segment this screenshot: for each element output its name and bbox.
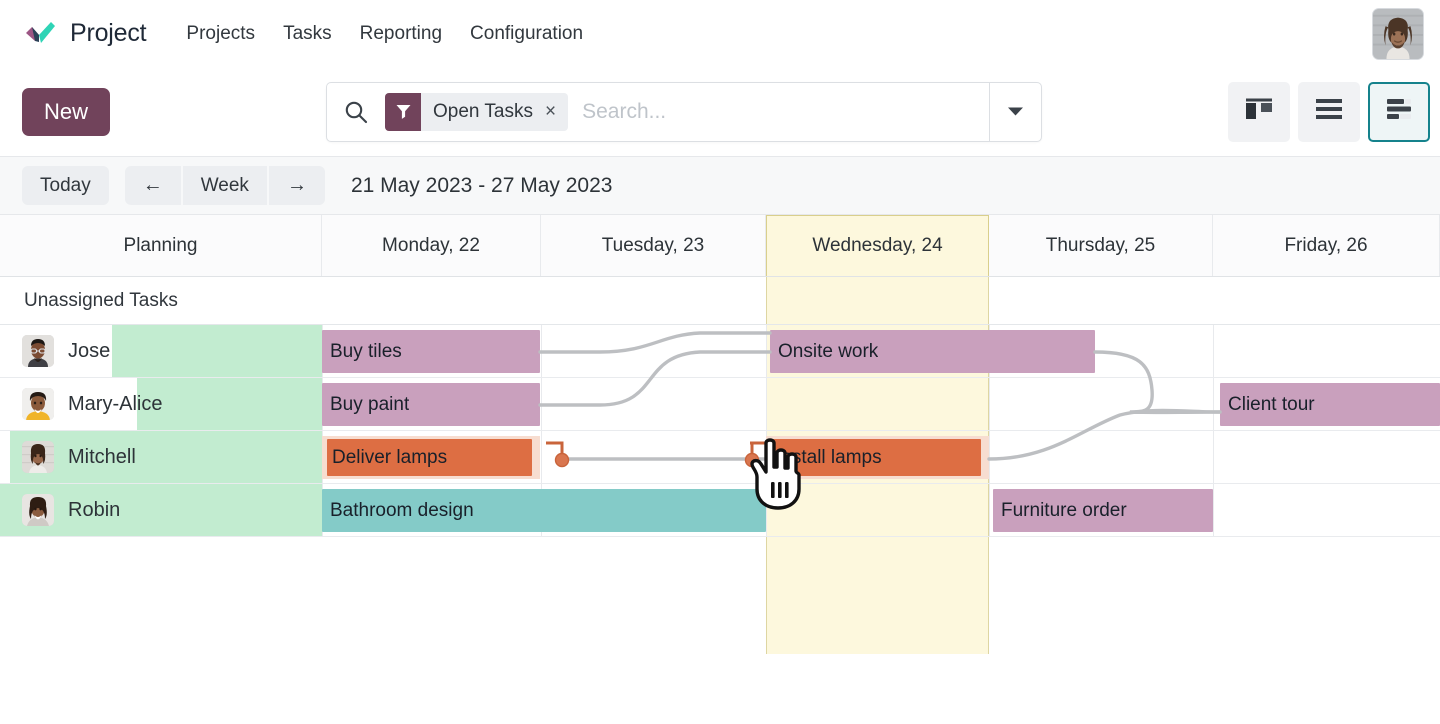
list-icon bbox=[1314, 96, 1344, 127]
row-name: Mitchell bbox=[68, 445, 136, 468]
gantt-column-wednesday[interactable]: Wednesday, 24 bbox=[766, 215, 989, 276]
gantt-row-mitchell[interactable]: Mitchell Deliver lamps Install lamps bbox=[0, 431, 1440, 484]
kanban-icon bbox=[1244, 95, 1274, 128]
task-furniture-order[interactable]: Furniture order bbox=[993, 489, 1213, 532]
facet-remove-icon[interactable]: × bbox=[545, 102, 568, 121]
menu-item-reporting[interactable]: Reporting bbox=[346, 17, 456, 51]
menu-item-projects[interactable]: Projects bbox=[172, 17, 269, 51]
previous-period-button[interactable]: ← bbox=[124, 165, 181, 206]
task-label: Client tour bbox=[1228, 393, 1315, 415]
robin-avatar bbox=[22, 494, 54, 526]
task-label: Bathroom design bbox=[330, 499, 474, 521]
drop-highlight bbox=[137, 378, 322, 430]
task-onsite-work[interactable]: Onsite work bbox=[770, 330, 1095, 373]
row-label-jose[interactable]: Jose bbox=[0, 325, 110, 377]
task-label: Install lamps bbox=[776, 446, 882, 468]
mitchell-avatar bbox=[22, 441, 54, 473]
control-bar: New Open Tasks × bbox=[0, 67, 1440, 156]
row-name: Robin bbox=[68, 498, 121, 521]
unassigned-tasks-row[interactable]: Unassigned Tasks bbox=[0, 277, 1440, 325]
row-label-robin[interactable]: Robin bbox=[0, 484, 120, 536]
scale-week-button[interactable]: Week bbox=[182, 165, 267, 206]
row-name: Jose bbox=[68, 339, 111, 362]
search-dropdown-toggle[interactable] bbox=[989, 82, 1041, 141]
task-buy-tiles[interactable]: Buy tiles bbox=[322, 330, 540, 373]
menu-item-tasks[interactable]: Tasks bbox=[269, 17, 346, 51]
top-navbar: Project Projects Tasks Reporting Configu… bbox=[0, 0, 1440, 67]
gantt-row-robin[interactable]: Robin Bathroom design Furniture order bbox=[0, 484, 1440, 537]
row-label-mitchell[interactable]: Mitchell bbox=[0, 431, 136, 483]
period-nav-group: ← Week → bbox=[124, 165, 325, 206]
search-input[interactable] bbox=[574, 82, 989, 141]
brand[interactable]: Project bbox=[22, 18, 147, 50]
new-button[interactable]: New bbox=[22, 87, 111, 136]
arrow-left-icon: ← bbox=[142, 174, 163, 196]
filter-icon bbox=[385, 92, 421, 131]
today-button[interactable]: Today bbox=[22, 165, 109, 206]
gantt-column-headers: Planning Monday, 22 Tuesday, 23 Wednesda… bbox=[0, 215, 1440, 277]
row-label-mary-alice[interactable]: Mary-Alice bbox=[0, 378, 162, 430]
row-name: Mary-Alice bbox=[68, 392, 163, 415]
facet-label: Open Tasks bbox=[433, 100, 533, 122]
task-label: Onsite work bbox=[778, 340, 879, 362]
user-avatar[interactable] bbox=[1372, 7, 1424, 60]
mary-alice-avatar bbox=[22, 388, 54, 420]
menu-item-configuration[interactable]: Configuration bbox=[456, 17, 597, 51]
arrow-right-icon: → bbox=[286, 174, 307, 196]
next-period-button[interactable]: → bbox=[268, 165, 325, 206]
search-bar[interactable]: Open Tasks × bbox=[326, 81, 1042, 142]
list-view-button[interactable] bbox=[1298, 81, 1360, 142]
kanban-view-button[interactable] bbox=[1228, 81, 1290, 142]
task-install-lamps[interactable]: Install lamps bbox=[766, 436, 989, 479]
gantt-column-planning[interactable]: Planning bbox=[0, 215, 322, 276]
search-icon bbox=[327, 99, 385, 125]
gantt-column-tuesday[interactable]: Tuesday, 23 bbox=[541, 215, 766, 276]
gantt-column-friday[interactable]: Friday, 26 bbox=[1213, 215, 1440, 276]
brand-name: Project bbox=[70, 19, 147, 47]
gantt-column-monday[interactable]: Monday, 22 bbox=[322, 215, 541, 276]
gantt-chart: Planning Monday, 22 Tuesday, 23 Wednesda… bbox=[0, 214, 1440, 654]
task-deliver-lamps[interactable]: Deliver lamps bbox=[322, 436, 540, 479]
view-switcher bbox=[1228, 81, 1430, 142]
task-client-tour[interactable]: Client tour bbox=[1220, 383, 1440, 426]
gantt-row-jose[interactable]: Jose Buy tiles Onsite work bbox=[0, 325, 1440, 378]
task-label: Buy tiles bbox=[330, 340, 402, 362]
gantt-icon bbox=[1384, 96, 1414, 127]
main-menu: Projects Tasks Reporting Configuration bbox=[172, 17, 597, 51]
jose-avatar bbox=[22, 335, 54, 367]
checkmark-logo-icon bbox=[22, 18, 56, 50]
date-range-label: 21 May 2023 - 27 May 2023 bbox=[350, 173, 613, 197]
unassigned-tasks-label: Unassigned Tasks bbox=[24, 289, 178, 311]
navbar-right bbox=[1372, 7, 1424, 60]
task-label: Furniture order bbox=[1001, 499, 1127, 521]
task-label: Deliver lamps bbox=[332, 446, 448, 468]
task-bathroom-design[interactable]: Bathroom design bbox=[322, 489, 766, 532]
task-buy-paint[interactable]: Buy paint bbox=[322, 383, 540, 426]
gantt-column-thursday[interactable]: Thursday, 25 bbox=[989, 215, 1213, 276]
gantt-rows: Jose Buy tiles Onsite work Mary-Alice Bu… bbox=[0, 325, 1440, 537]
gantt-row-mary-alice[interactable]: Mary-Alice Buy paint Client tour bbox=[0, 378, 1440, 431]
scale-bar: Today ← Week → 21 May 2023 - 27 May 2023 bbox=[0, 156, 1440, 214]
drop-highlight bbox=[112, 325, 322, 377]
gantt-view-button[interactable] bbox=[1368, 81, 1430, 142]
search-facet-open-tasks[interactable]: Open Tasks × bbox=[385, 92, 569, 131]
task-label: Buy paint bbox=[330, 393, 410, 415]
